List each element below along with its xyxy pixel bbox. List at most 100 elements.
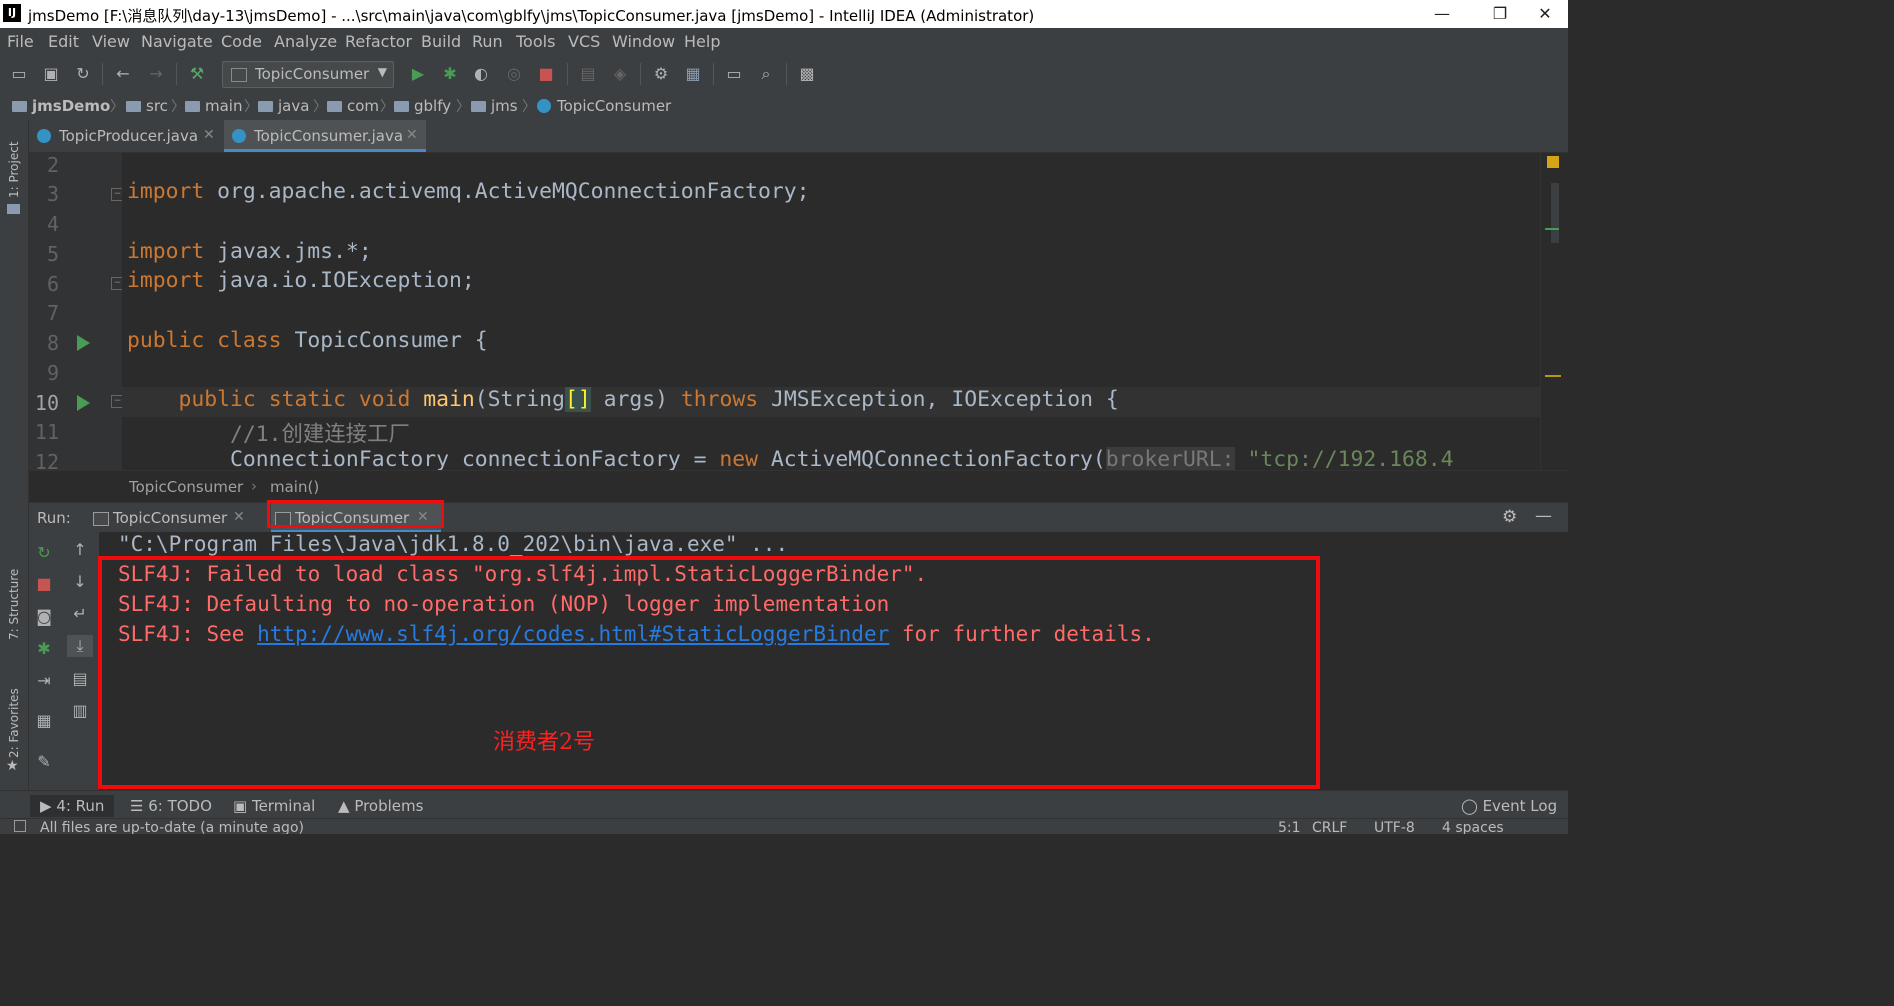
chevron-right-icon: 〉 [522, 99, 536, 115]
status-bar: All files are up-to-date (a minute ago) … [0, 818, 1568, 834]
breadcrumb-src[interactable]: src [126, 97, 168, 115]
menu-navigate[interactable]: Navigate [141, 32, 213, 51]
breadcrumb-gblfy[interactable]: gblfy [394, 97, 451, 115]
problems-tool-tab[interactable]: ▲ Problems [338, 797, 423, 815]
code-editor[interactable]: import org.apache.activemq.ActiveMQConne… [122, 153, 1540, 470]
menu-code[interactable]: Code [221, 32, 262, 51]
run-tab-1[interactable]: TopicConsumer ✕ [89, 503, 259, 533]
tab-topic-producer[interactable]: TopicProducer.java ✕ [29, 120, 221, 152]
breadcrumb-com[interactable]: com [327, 97, 379, 115]
event-log-tool-tab[interactable]: ◯ Event Log [1461, 797, 1557, 815]
tool-tab-label: 4: Run [56, 797, 105, 815]
line-number: 9 [46, 361, 59, 385]
warning-marker-icon[interactable] [1547, 156, 1559, 168]
editor-crumb-method[interactable]: main() [270, 478, 319, 496]
project-tool-button[interactable]: 1: Project [7, 141, 21, 198]
line-separator[interactable]: CRLF [1312, 820, 1347, 834]
close-button[interactable]: ✕ [1522, 2, 1568, 26]
todo-tool-tab[interactable]: ☰ 6: TODO [130, 797, 212, 815]
debug-bug-icon[interactable]: ✱ [33, 638, 55, 660]
terminal-tool-tab[interactable]: ▣ Terminal [233, 797, 315, 815]
open-folder-icon[interactable]: ▭ [9, 64, 29, 84]
stop-icon[interactable]: ■ [33, 573, 55, 595]
presentation-mode-icon[interactable]: ▩ [797, 64, 817, 84]
debug-bug-icon[interactable]: ✱ [440, 64, 460, 84]
tool-tab-label: Problems [354, 797, 424, 815]
menu-build[interactable]: Build [421, 32, 461, 51]
tab-topic-consumer[interactable]: TopicConsumer.java ✕ [224, 120, 426, 152]
file-encoding[interactable]: UTF-8 [1374, 820, 1415, 834]
speech-bubble-icon: ◯ [1461, 797, 1483, 815]
breadcrumb-class[interactable]: TopicConsumer [537, 97, 671, 115]
main-toolbar: ▭ ▣ ↻ ← → ⚒ TopicConsumer ▼ ▶ ✱ ◐ ◎ ■ ▤ … [0, 55, 1568, 93]
rerun-icon[interactable]: ↻ [33, 542, 55, 564]
run-icon[interactable]: ▶ [408, 64, 428, 84]
toolbar-divider [567, 63, 568, 85]
menu-window[interactable]: Window [612, 32, 675, 51]
scroll-to-end-icon[interactable]: ⤓ [67, 635, 93, 657]
project-structure-icon[interactable]: ▦ [683, 64, 703, 84]
menu-view[interactable]: View [92, 32, 130, 51]
coverage-icon[interactable]: ◐ [471, 64, 491, 84]
navigation-bar: jmsDemo 〉 src 〉 main 〉 java 〉 com 〉 gblf… [0, 92, 1568, 120]
status-square-icon[interactable] [14, 820, 26, 832]
breadcrumb-java[interactable]: java [258, 97, 309, 115]
back-arrow-icon[interactable]: ← [113, 64, 133, 84]
run-panel-header: Run: TopicConsumer ✕ TopicConsumer ✕ ⚙ — [29, 502, 1568, 533]
camera-icon[interactable]: ◙ [33, 606, 55, 628]
caret-position[interactable]: 5:1 [1278, 820, 1301, 834]
pin-icon[interactable]: ✎ [33, 751, 55, 773]
menu-edit[interactable]: Edit [48, 32, 79, 51]
menu-file[interactable]: File [7, 32, 34, 51]
close-icon[interactable]: ✕ [233, 509, 245, 525]
menu-refactor[interactable]: Refactor [345, 32, 412, 51]
star-icon: ★ [6, 758, 19, 774]
run-configuration-dropdown[interactable]: TopicConsumer ▼ [222, 61, 394, 88]
stop-icon[interactable]: ■ [536, 64, 556, 84]
close-icon[interactable]: ✕ [406, 127, 418, 143]
scroll-down-icon[interactable]: ↓ [69, 571, 91, 593]
menu-help[interactable]: Help [684, 32, 720, 51]
menu-analyze[interactable]: Analyze [274, 32, 337, 51]
scroll-up-icon[interactable]: ↑ [69, 539, 91, 561]
favorites-tool-button[interactable]: 2: Favorites [7, 688, 21, 758]
minimize-button[interactable]: — [1419, 2, 1465, 26]
run-gutter-icon[interactable] [77, 395, 90, 411]
trash-icon[interactable]: ▥ [69, 700, 91, 722]
sync-icon[interactable]: ↻ [73, 64, 93, 84]
chevron-right-icon: 〉 [244, 99, 258, 115]
run-tool-tab[interactable]: ▶ 4: Run [30, 795, 115, 817]
layout-icon[interactable]: ▦ [33, 710, 55, 732]
vcs-update-icon[interactable]: ▤ [578, 64, 598, 84]
breadcrumb-main[interactable]: main [185, 97, 242, 115]
import-icon[interactable]: ⇥ [33, 670, 55, 692]
breadcrumb-jms[interactable]: jms [471, 97, 518, 115]
run-gutter-icon[interactable] [77, 335, 90, 351]
breadcrumb-project[interactable]: jmsDemo [12, 97, 110, 115]
chevron-right-icon: › [251, 477, 257, 495]
vcs-commit-icon[interactable]: ◈ [610, 64, 630, 84]
settings-wrench-icon[interactable]: ⚙ [651, 64, 671, 84]
menu-run[interactable]: Run [472, 32, 503, 51]
editor-crumb-class[interactable]: TopicConsumer [129, 478, 243, 496]
bottom-tool-bar: ▶ 4: Run ☰ 6: TODO ▣ Terminal ▲ Problems… [0, 790, 1568, 819]
forward-arrow-icon[interactable]: → [146, 64, 166, 84]
close-icon[interactable]: ✕ [203, 127, 215, 143]
editor-scrollbar[interactable] [1540, 153, 1569, 470]
terminal-window-icon[interactable]: ▭ [724, 64, 744, 84]
structure-tool-button[interactable]: 7: Structure [7, 569, 21, 640]
minimize-panel-icon[interactable]: — [1535, 506, 1552, 526]
menu-vcs[interactable]: VCS [568, 32, 600, 51]
restore-button[interactable]: ❐ [1477, 2, 1523, 26]
print-icon[interactable]: ▤ [69, 668, 91, 690]
gear-icon[interactable]: ⚙ [1502, 507, 1517, 527]
profile-icon[interactable]: ◎ [504, 64, 524, 84]
search-icon[interactable]: ⌕ [756, 64, 776, 84]
save-icon[interactable]: ▣ [41, 64, 61, 84]
build-hammer-icon[interactable]: ⚒ [187, 64, 207, 84]
warning-icon: ▲ [338, 797, 355, 815]
indent-setting[interactable]: 4 spaces [1442, 820, 1504, 834]
menu-tools[interactable]: Tools [516, 32, 555, 51]
scroll-thumb[interactable] [1551, 183, 1559, 243]
soft-wrap-icon[interactable]: ↵ [69, 603, 91, 625]
